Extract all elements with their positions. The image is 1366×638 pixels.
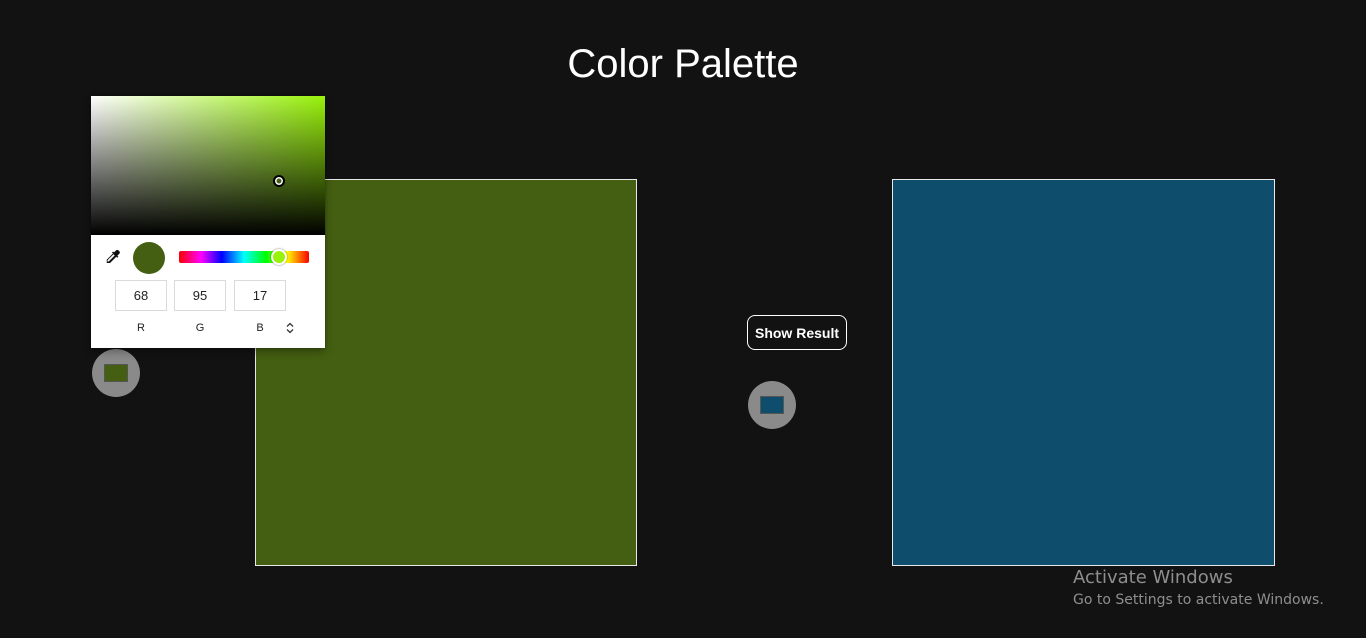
up-down-chevron-icon[interactable] xyxy=(283,321,297,335)
watermark-subtitle: Go to Settings to activate Windows. xyxy=(1073,592,1324,608)
blue-channel-label: B xyxy=(256,322,264,334)
eyedropper-icon[interactable] xyxy=(103,248,121,266)
saturation-handle[interactable] xyxy=(273,175,285,187)
color-chip-icon xyxy=(104,364,128,382)
right-color-swatch xyxy=(892,179,1275,566)
green-channel-label: G xyxy=(195,322,205,334)
color-chip-icon xyxy=(760,396,784,414)
page-title: Color Palette xyxy=(567,42,799,86)
current-color-preview xyxy=(133,242,165,274)
green-channel-input[interactable] xyxy=(174,280,226,311)
saturation-area[interactable] xyxy=(91,96,325,235)
blue-channel-input[interactable] xyxy=(234,280,286,311)
hue-slider-handle[interactable] xyxy=(271,249,287,265)
color-picker-popup: R G B xyxy=(91,96,325,348)
windows-activation-watermark: Activate Windows Go to Settings to activ… xyxy=(1073,567,1324,611)
show-result-button[interactable]: Show Result xyxy=(747,315,847,350)
red-channel-label: R xyxy=(137,322,145,334)
red-channel-input[interactable] xyxy=(115,280,167,311)
watermark-title: Activate Windows xyxy=(1073,567,1233,588)
right-color-picker-button[interactable] xyxy=(748,381,796,429)
left-color-picker-button[interactable] xyxy=(92,349,140,397)
hue-slider[interactable] xyxy=(179,251,309,263)
